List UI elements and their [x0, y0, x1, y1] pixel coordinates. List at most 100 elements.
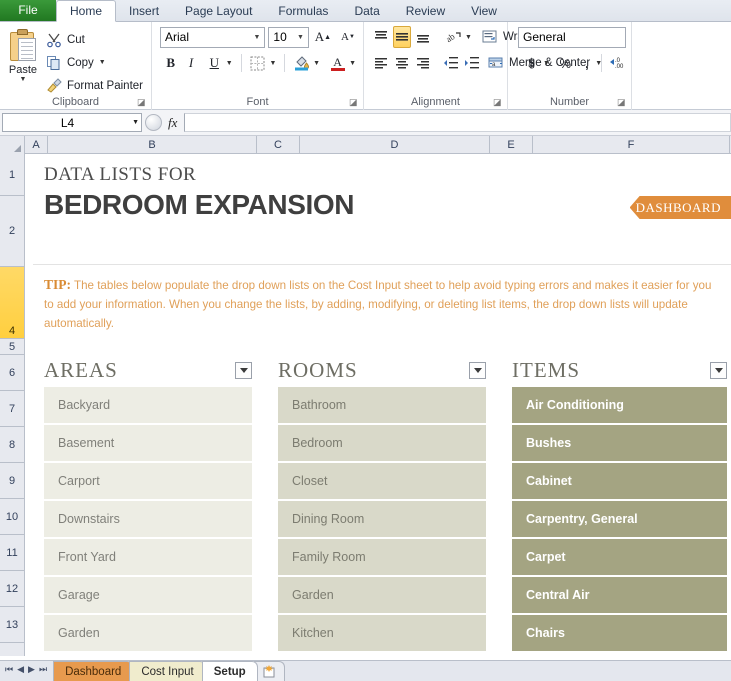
- comma-style-button[interactable]: ,: [578, 52, 597, 74]
- row-header-10[interactable]: 10: [0, 499, 24, 535]
- copy-dropdown-arrow[interactable]: ▼: [99, 59, 106, 66]
- align-right-button[interactable]: [414, 52, 432, 74]
- insert-worksheet-tab[interactable]: [253, 661, 285, 681]
- underline-button[interactable]: U ▼: [203, 52, 236, 74]
- list-item[interactable]: Garage: [44, 577, 252, 613]
- list-item[interactable]: Carpet: [512, 539, 727, 575]
- list-item[interactable]: Air Conditioning: [512, 387, 727, 423]
- cut-button[interactable]: Cut: [42, 28, 147, 51]
- nav-prev-icon[interactable]: ◀: [17, 665, 24, 674]
- row-header-12[interactable]: 12: [0, 571, 24, 607]
- alignment-dialog-launcher[interactable]: ◪: [493, 97, 503, 107]
- italic-button[interactable]: I: [182, 52, 199, 74]
- align-bottom-button[interactable]: [414, 26, 432, 48]
- list-item[interactable]: Garden: [278, 577, 486, 613]
- tab-insert[interactable]: Insert: [116, 0, 172, 21]
- list-item[interactable]: Central Air: [512, 577, 727, 613]
- row-header-6[interactable]: 6: [0, 355, 24, 391]
- row-header-11[interactable]: 11: [0, 535, 24, 571]
- increase-decimal-button[interactable]: .0 .00: [607, 52, 627, 74]
- row-header-8[interactable]: 8: [0, 427, 24, 463]
- format-painter-button[interactable]: Format Painter: [42, 74, 147, 97]
- align-left-button[interactable]: [372, 52, 390, 74]
- dashboard-badge[interactable]: DASHBOARD: [629, 196, 731, 219]
- tab-home[interactable]: Home: [56, 0, 117, 22]
- number-format-combo[interactable]: General: [518, 26, 626, 48]
- currency-button[interactable]: $ ▼: [520, 52, 553, 74]
- fill-color-button[interactable]: ▼: [290, 52, 323, 74]
- list-item[interactable]: Closet: [278, 463, 486, 499]
- list-item[interactable]: Bushes: [512, 425, 727, 461]
- row-header-1[interactable]: 1: [0, 154, 24, 196]
- list-item[interactable]: Backyard: [44, 387, 252, 423]
- name-box[interactable]: L4 ▼: [2, 113, 142, 132]
- list-item[interactable]: Family Room: [278, 539, 486, 575]
- list-item[interactable]: Kitchen: [278, 615, 486, 651]
- nav-next-icon[interactable]: ▶: [28, 665, 35, 674]
- decrease-indent-button[interactable]: [442, 52, 460, 74]
- font-name-combo[interactable]: Arial ▼: [160, 26, 266, 48]
- list-item[interactable]: Cabinet: [512, 463, 727, 499]
- tab-file[interactable]: File: [0, 0, 56, 21]
- paste-dropdown-arrow[interactable]: ▼: [20, 76, 27, 84]
- row-header-2[interactable]: 2: [0, 196, 24, 267]
- shrink-font-button[interactable]: A ▼: [337, 26, 359, 48]
- font-color-button[interactable]: A ▼: [326, 52, 359, 74]
- sheet-tab-dashboard[interactable]: Dashboard: [53, 661, 134, 681]
- tab-page-layout[interactable]: Page Layout: [172, 0, 265, 21]
- increase-indent-button[interactable]: [463, 52, 481, 74]
- list-item[interactable]: Bedroom: [278, 425, 486, 461]
- list-item[interactable]: Carport: [44, 463, 252, 499]
- filter-dropdown-items[interactable]: [710, 362, 727, 379]
- ribbon-tab-bar: File Home Insert Page Layout Formulas Da…: [0, 0, 731, 22]
- tab-review[interactable]: Review: [393, 0, 458, 21]
- grow-font-button[interactable]: A ▲: [312, 26, 334, 48]
- row-header-9[interactable]: 9: [0, 463, 24, 499]
- column-header-c[interactable]: C: [257, 136, 300, 153]
- copy-button[interactable]: Copy ▼: [42, 51, 147, 74]
- tab-data[interactable]: Data: [341, 0, 392, 21]
- fx-icon[interactable]: fx: [164, 115, 181, 131]
- clipboard-dialog-launcher[interactable]: ◪: [137, 97, 147, 107]
- column-header-a[interactable]: A: [25, 136, 48, 153]
- list-item[interactable]: Dining Room: [278, 501, 486, 537]
- column-header-b[interactable]: B: [48, 136, 257, 153]
- horizontal-scrollbar[interactable]: [491, 660, 731, 681]
- align-center-button[interactable]: [393, 52, 411, 74]
- formula-input[interactable]: [184, 113, 731, 132]
- list-item[interactable]: Chairs: [512, 615, 727, 651]
- align-middle-button[interactable]: [393, 26, 411, 48]
- sheet-tab-setup[interactable]: Setup: [201, 661, 258, 681]
- row-header-7[interactable]: 7: [0, 391, 24, 427]
- nav-first-icon[interactable]: ⏮: [5, 665, 13, 674]
- insert-function-circle-button[interactable]: [145, 114, 162, 131]
- borders-button[interactable]: ▼: [246, 52, 279, 74]
- row-header-4[interactable]: 4: [0, 267, 24, 339]
- sheet-tab-cost-input[interactable]: Cost Input: [129, 661, 206, 681]
- orientation-button[interactable]: ab ▼: [442, 26, 475, 48]
- tab-view[interactable]: View: [458, 0, 510, 21]
- list-item[interactable]: Basement: [44, 425, 252, 461]
- column-header-d[interactable]: D: [300, 136, 490, 153]
- nav-last-icon[interactable]: ⏭: [39, 665, 47, 674]
- percent-style-button[interactable]: %: [556, 52, 575, 74]
- column-header-e[interactable]: E: [490, 136, 533, 153]
- number-dialog-launcher[interactable]: ◪: [617, 97, 627, 107]
- filter-dropdown-areas[interactable]: [235, 362, 252, 379]
- select-all-corner[interactable]: [0, 136, 25, 154]
- tab-formulas[interactable]: Formulas: [265, 0, 341, 21]
- list-item[interactable]: Downstairs: [44, 501, 252, 537]
- row-header-13[interactable]: 13: [0, 607, 24, 643]
- sheet-canvas[interactable]: DATA LISTS FOR BEDROOM EXPANSION DASHBOA…: [25, 154, 731, 656]
- font-size-combo[interactable]: 10 ▼: [268, 26, 309, 48]
- font-dialog-launcher[interactable]: ◪: [349, 97, 359, 107]
- bold-button[interactable]: B: [162, 52, 179, 74]
- row-header-5[interactable]: 5: [0, 339, 24, 355]
- list-item[interactable]: Front Yard: [44, 539, 252, 575]
- column-header-f[interactable]: F: [533, 136, 730, 153]
- align-top-button[interactable]: [372, 26, 390, 48]
- list-item[interactable]: Garden: [44, 615, 252, 651]
- list-item[interactable]: Bathroom: [278, 387, 486, 423]
- filter-dropdown-rooms[interactable]: [469, 362, 486, 379]
- list-item[interactable]: Carpentry, General: [512, 501, 727, 537]
